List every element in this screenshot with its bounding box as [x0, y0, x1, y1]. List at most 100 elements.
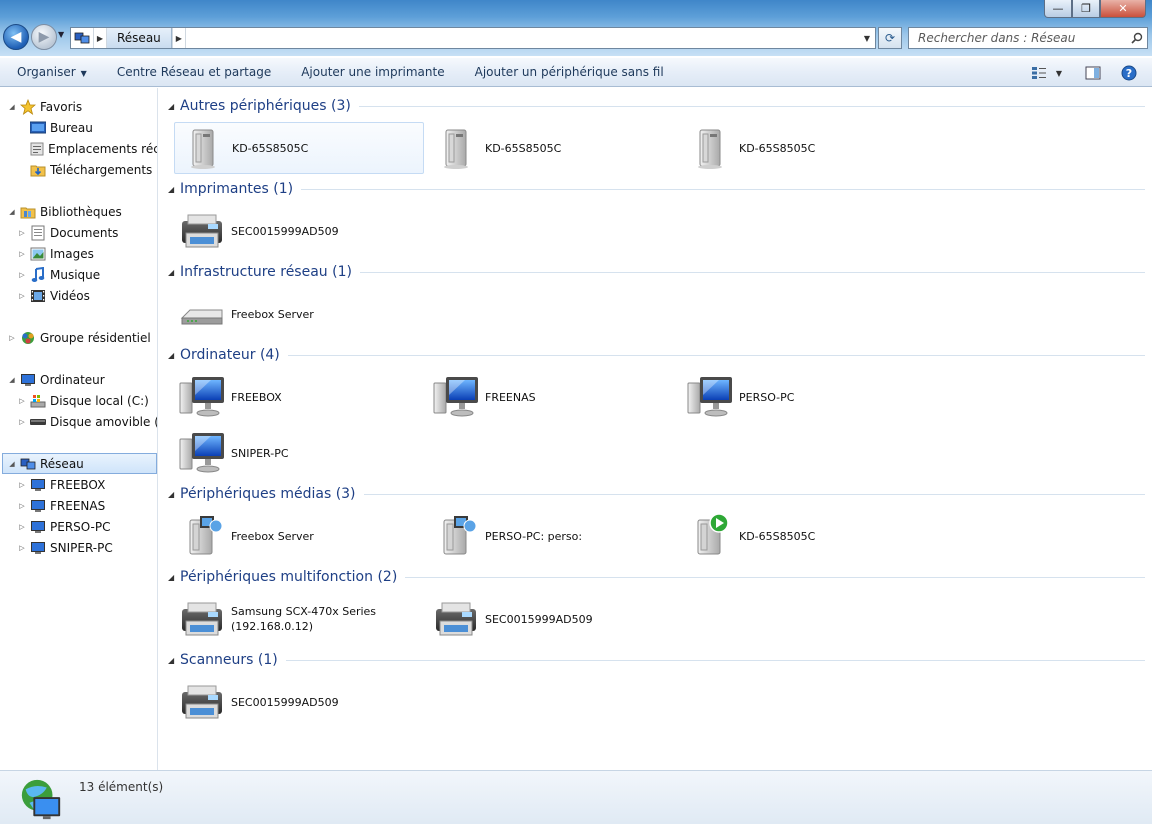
sidebar-item-label: Téléchargements	[50, 162, 153, 177]
network-center-button[interactable]: Centre Réseau et partage	[102, 57, 286, 87]
title-bar: — ❐ ✕ ◀ ▶ ▼ ▶ Réseau ▶ ▼ ⟳	[0, 0, 1152, 56]
breadcrumb-separator-icon[interactable]: ▶	[171, 28, 186, 48]
collapse-icon[interactable]: ◢	[168, 490, 180, 499]
refresh-button[interactable]: ⟳	[878, 27, 902, 49]
router-tile[interactable]: Freebox Server	[174, 288, 424, 340]
sidebar-item-net-perso-pc[interactable]: ▷ PERSO-PC	[18, 516, 157, 537]
collapse-icon[interactable]: ◢	[168, 102, 180, 111]
expand-icon[interactable]: ▷	[18, 397, 26, 405]
sidebar-item-favorites[interactable]: ◢ Favoris	[8, 96, 157, 117]
multifunction-label-line2: (192.168.0.12)	[231, 620, 314, 633]
add-wireless-device-button[interactable]: Ajouter un périphérique sans fil	[460, 57, 679, 87]
sidebar-item-label: Images	[50, 246, 94, 261]
sidebar-item-libraries[interactable]: ◢ Bibliothèques	[8, 201, 157, 222]
group-header[interactable]: ◢ Ordinateur (4)	[168, 345, 1145, 365]
expand-icon[interactable]: ▷	[18, 544, 26, 552]
device-icon	[179, 124, 227, 172]
view-options-button[interactable]	[1028, 58, 1050, 88]
multifunction-tile[interactable]: SEC0015999AD509	[428, 593, 678, 645]
sidebar-item-videos[interactable]: ▷ Vidéos	[18, 285, 157, 306]
printer-tile[interactable]: SEC0015999AD509	[174, 205, 424, 257]
group-header[interactable]: ◢ Scanneurs (1)	[168, 650, 1145, 670]
media-tile[interactable]: Freebox Server	[174, 510, 424, 562]
multifunction-tile[interactable]: Samsung SCX-470x Series (192.168.0.12)	[174, 593, 424, 645]
group-header[interactable]: ◢ Infrastructure réseau (1)	[168, 262, 1145, 282]
sidebar-item-local-disk[interactable]: ▷ Disque local (C:)	[18, 390, 157, 411]
sidebar-item-net-freenas[interactable]: ▷ FREENAS	[18, 495, 157, 516]
media-label: KD-65S8505C	[739, 529, 816, 543]
expand-icon[interactable]: ▷	[18, 271, 26, 279]
organize-menu-button[interactable]: Organiser ▼	[0, 57, 102, 87]
search-box[interactable]	[908, 27, 1148, 49]
computer-icon	[29, 540, 47, 556]
history-dropdown-icon[interactable]: ▼	[58, 30, 64, 39]
search-input[interactable]	[918, 31, 1127, 45]
preview-pane-button[interactable]	[1082, 58, 1104, 88]
device-tile[interactable]: KD-65S8505C	[428, 122, 678, 174]
sidebar-item-homegroup[interactable]: ▷ Groupe résidentiel	[8, 327, 157, 348]
computer-tile[interactable]: FREEBOX	[174, 371, 424, 423]
sidebar-item-recent[interactable]: Emplacements récents	[18, 138, 157, 159]
sidebar-item-music[interactable]: ▷ Musique	[18, 264, 157, 285]
computer-icon	[178, 373, 226, 421]
collapse-icon[interactable]: ◢	[168, 351, 180, 360]
computer-tile[interactable]: FREENAS	[428, 371, 678, 423]
group-header[interactable]: ◢ Périphériques multifonction (2)	[168, 567, 1145, 587]
collapse-icon[interactable]: ◢	[168, 656, 180, 665]
computer-icon	[29, 519, 47, 535]
collapse-icon[interactable]: ◢	[8, 460, 16, 468]
sidebar-item-net-freebox[interactable]: ▷ FREEBOX	[18, 474, 157, 495]
desktop-icon	[29, 120, 47, 136]
collapse-icon[interactable]: ◢	[168, 185, 180, 194]
expand-icon[interactable]: ▷	[18, 481, 26, 489]
homegroup-icon	[19, 330, 37, 346]
add-printer-button[interactable]: Ajouter une imprimante	[286, 57, 459, 87]
router-label: Freebox Server	[231, 307, 314, 321]
sidebar-item-computer[interactable]: ◢ Ordinateur	[8, 369, 157, 390]
expand-icon[interactable]: ▷	[18, 502, 26, 510]
sidebar-item-desktop[interactable]: Bureau	[18, 117, 157, 138]
sidebar-item-net-sniper-pc[interactable]: ▷ SNIPER-PC	[18, 537, 157, 558]
computer-tile[interactable]: PERSO-PC	[682, 371, 932, 423]
maximize-button[interactable]: ❐	[1072, 0, 1100, 18]
collapse-icon[interactable]: ◢	[168, 268, 180, 277]
computer-tile[interactable]: SNIPER-PC	[174, 427, 424, 479]
device-tile[interactable]: KD-65S8505C	[174, 122, 424, 174]
sidebar-item-downloads[interactable]: Téléchargements	[18, 159, 157, 180]
expand-icon[interactable]: ▷	[8, 334, 16, 342]
address-bar[interactable]: ▶ Réseau ▶ ▼	[70, 27, 876, 49]
sidebar-item-documents[interactable]: ▷ Documents	[18, 222, 157, 243]
group-header[interactable]: ◢ Imprimantes (1)	[168, 179, 1145, 199]
collapse-icon[interactable]: ◢	[8, 208, 16, 216]
collapse-icon[interactable]: ◢	[168, 573, 180, 582]
collapse-icon[interactable]: ◢	[8, 376, 16, 384]
view-dropdown-icon[interactable]: ▼	[1052, 58, 1066, 88]
expand-icon[interactable]: ▷	[18, 292, 26, 300]
sidebar-item-network[interactable]: ◢ Réseau	[2, 453, 157, 474]
expand-icon[interactable]: ▷	[18, 418, 26, 426]
group-title: Imprimantes (1)	[180, 181, 294, 197]
group-header[interactable]: ◢ Autres périphériques (3)	[168, 96, 1145, 116]
media-tile[interactable]: KD-65S8505C	[682, 510, 932, 562]
sidebar-item-images[interactable]: ▷ Images	[18, 243, 157, 264]
media-tile[interactable]: PERSO-PC: perso:	[428, 510, 678, 562]
address-dropdown-icon[interactable]: ▼	[859, 34, 875, 43]
expand-icon[interactable]: ▷	[18, 229, 26, 237]
help-button[interactable]: ?	[1118, 58, 1140, 88]
breadcrumb-separator-icon[interactable]: ▶	[93, 28, 107, 48]
close-button[interactable]: ✕	[1100, 0, 1146, 18]
expand-icon[interactable]: ▷	[18, 250, 26, 258]
group-header[interactable]: ◢ Périphériques médias (3)	[168, 484, 1145, 504]
expand-icon[interactable]: ▷	[18, 523, 26, 531]
group-title: Autres périphériques (3)	[180, 98, 351, 114]
back-button[interactable]: ◀	[3, 24, 29, 50]
search-icon[interactable]	[1127, 32, 1147, 44]
breadcrumb-network[interactable]: Réseau	[107, 28, 172, 48]
collapse-icon[interactable]: ◢	[8, 103, 16, 111]
scanner-tile[interactable]: SEC0015999AD509	[174, 676, 424, 728]
forward-button[interactable]: ▶	[31, 24, 57, 50]
minimize-button[interactable]: —	[1044, 0, 1072, 18]
device-tile[interactable]: KD-65S8505C	[682, 122, 932, 174]
media-label: Freebox Server	[231, 529, 314, 543]
sidebar-item-removable[interactable]: ▷ Disque amovible (J:)	[18, 411, 157, 432]
